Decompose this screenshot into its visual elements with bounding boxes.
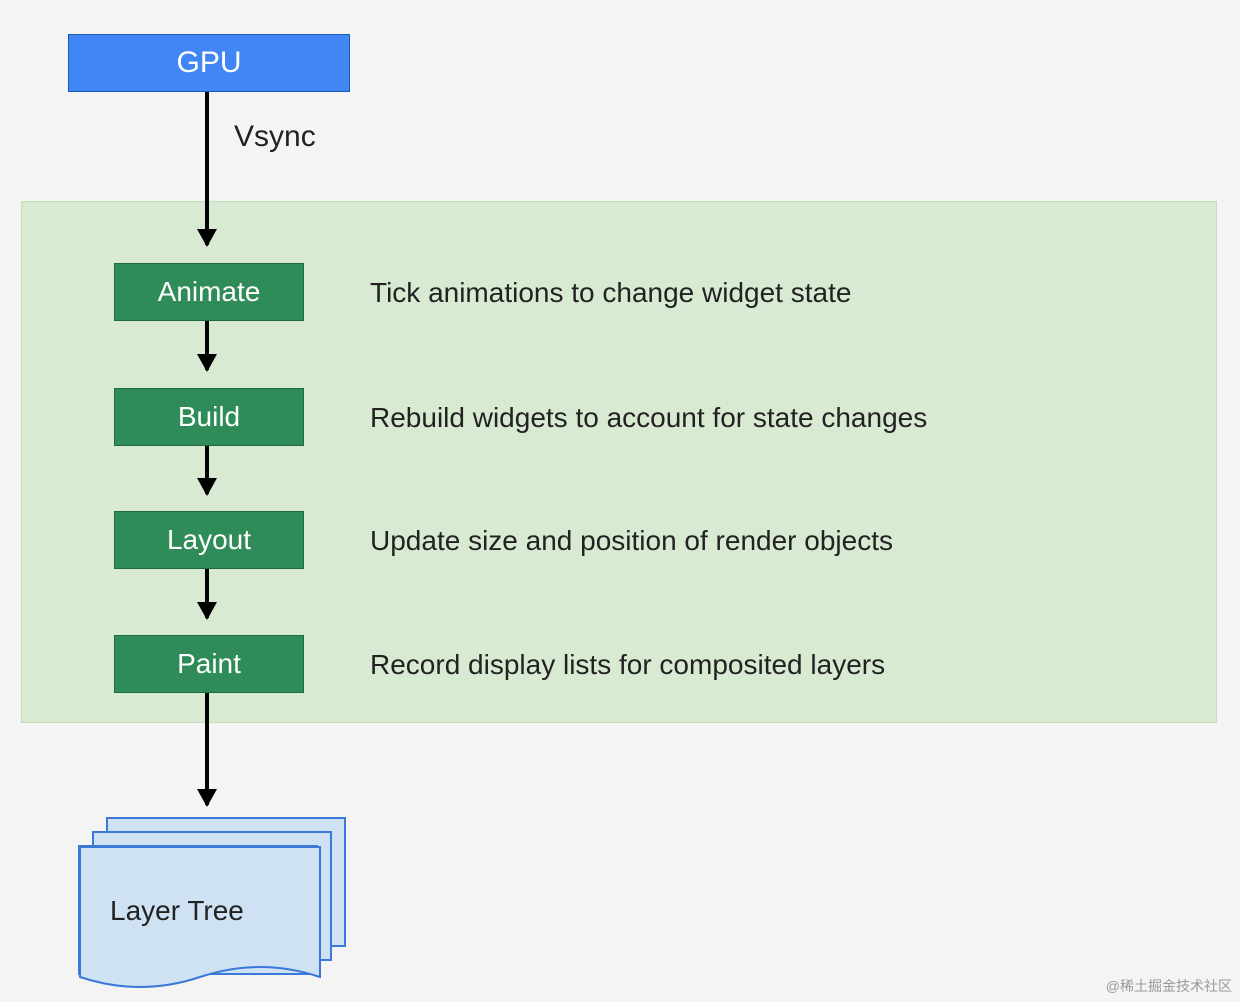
paint-description: Record display lists for composited laye… [370, 649, 885, 681]
gpu-node: GPU [68, 34, 350, 92]
arrow-gpu-to-animate [205, 92, 209, 245]
animate-node: Animate [114, 263, 304, 321]
build-label: Build [178, 401, 240, 433]
animate-description: Tick animations to change widget state [370, 277, 851, 309]
layer-tree-label: Layer Tree [110, 895, 244, 927]
watermark-text: @稀土掘金技术社区 [1106, 976, 1232, 996]
paint-label: Paint [177, 648, 241, 680]
vsync-edge-label: Vsync [234, 120, 316, 154]
arrow-build-to-layout [205, 446, 209, 494]
pipeline-diagram: GPU Vsync Animate Tick animations to cha… [0, 0, 1240, 1002]
build-node: Build [114, 388, 304, 446]
animate-label: Animate [158, 276, 261, 308]
paint-node: Paint [114, 635, 304, 693]
layer-sheet-icon: Layer Tree [78, 845, 318, 975]
arrow-paint-to-layertree [205, 693, 209, 805]
arrow-layout-to-paint [205, 569, 209, 618]
layout-node: Layout [114, 511, 304, 569]
layout-label: Layout [167, 524, 251, 556]
gpu-label: GPU [176, 46, 241, 80]
layout-description: Update size and position of render objec… [370, 525, 893, 557]
layer-tree-node: Layer Tree [78, 817, 338, 977]
arrow-animate-to-build [205, 321, 209, 370]
build-description: Rebuild widgets to account for state cha… [370, 402, 927, 434]
